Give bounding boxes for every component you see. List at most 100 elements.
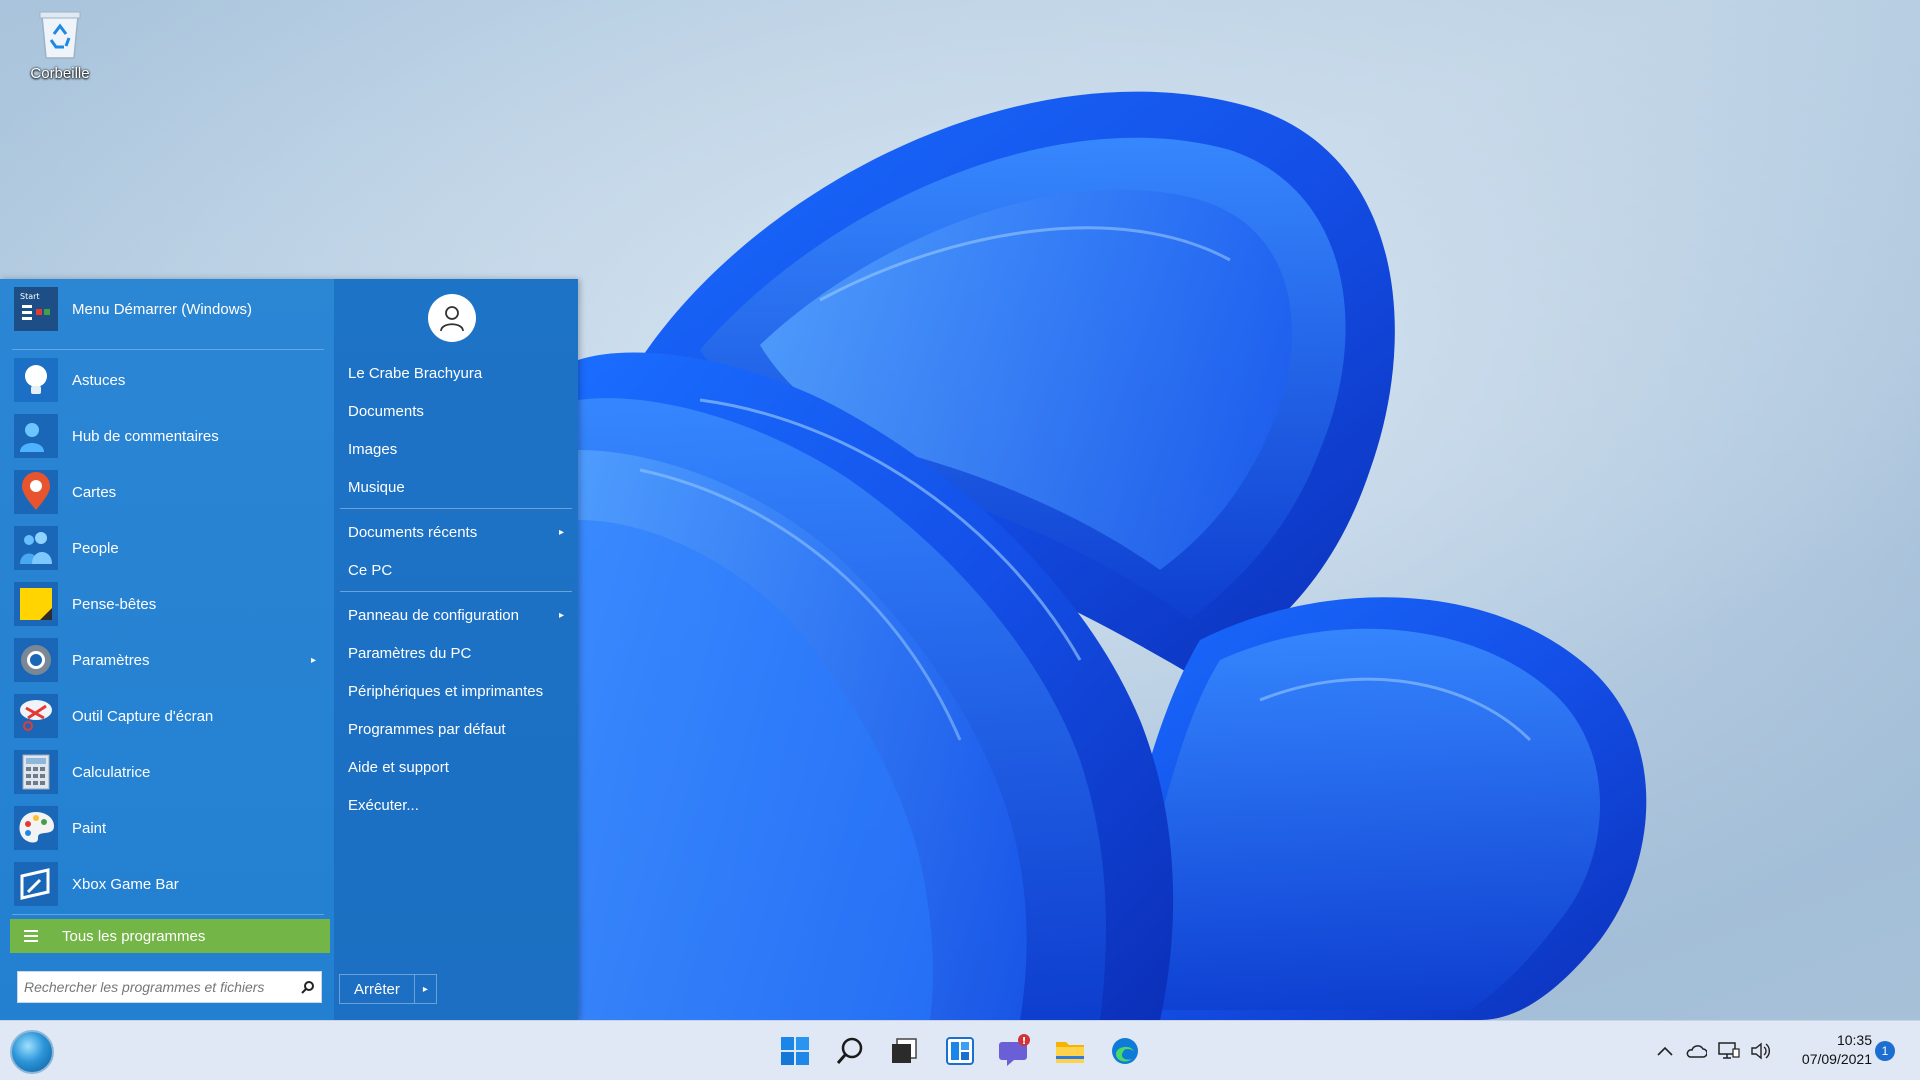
user-icon <box>440 306 464 332</box>
people-icon <box>12 524 60 572</box>
link-ce-pc[interactable]: Ce PC <box>344 553 570 587</box>
program-label: Paramètres <box>72 651 150 669</box>
taskbar: ! 10:35 07/09/2021 1 <box>0 1020 1920 1080</box>
scissors-icon <box>12 692 60 740</box>
svg-text:Start: Start <box>20 292 40 301</box>
link-executer[interactable]: Exécuter... <box>344 788 570 822</box>
program-label: Outil Capture d'écran <box>72 707 214 725</box>
program-outil-capture[interactable]: Outil Capture d'écran <box>12 690 324 742</box>
person-feedback-icon <box>12 412 60 460</box>
program-label: Cartes <box>72 483 117 501</box>
link-label: Le Crabe Brachyura <box>348 364 483 382</box>
file-explorer-icon[interactable] <box>1052 1033 1088 1069</box>
recycle-bin-desktop-icon[interactable]: Corbeille <box>18 8 102 92</box>
all-programs-button[interactable]: Tous les programmes <box>10 919 330 953</box>
program-label: Menu Démarrer (Windows) <box>72 300 253 318</box>
link-label: Documents <box>348 402 424 420</box>
gear-icon <box>12 636 60 684</box>
program-label: Paint <box>72 819 107 837</box>
program-label: People <box>72 539 119 557</box>
link-documents-recents[interactable]: Documents récents ▸ <box>344 515 570 549</box>
link-images[interactable]: Images <box>344 432 570 466</box>
start-menu-icon: Start <box>12 285 60 333</box>
recycle-bin-icon <box>36 8 84 62</box>
link-parametres-du-pc[interactable]: Paramètres du PC <box>344 636 570 670</box>
program-start-menu-windows[interactable]: Start Menu Démarrer (Windows) <box>12 283 324 335</box>
chat-badge: ! <box>1022 1036 1027 1047</box>
submenu-arrow-icon: ▸ <box>558 609 564 621</box>
program-people[interactable]: People <box>12 522 324 574</box>
map-pin-icon <box>12 468 60 516</box>
clock-time: 10:35 <box>1836 1032 1872 1048</box>
palette-icon <box>12 804 60 852</box>
divider <box>340 508 572 509</box>
program-xbox-game-bar[interactable]: Xbox Game Bar <box>12 858 324 910</box>
program-label: Xbox Game Bar <box>72 875 179 893</box>
program-astuces[interactable]: Astuces <box>12 354 324 406</box>
link-user-folder[interactable]: Le Crabe Brachyura <box>344 356 570 390</box>
edge-icon[interactable] <box>1107 1033 1143 1069</box>
program-calculatrice[interactable]: Calculatrice <box>12 746 324 798</box>
program-pense-betes[interactable]: Pense-bêtes <box>12 578 324 630</box>
search-icon[interactable] <box>295 974 321 1000</box>
program-cartes[interactable]: Cartes <box>12 466 324 518</box>
teams-chat-icon[interactable]: ! <box>997 1033 1033 1069</box>
program-label: Astuces <box>72 371 126 389</box>
clock[interactable]: 10:35 07/09/2021 <box>1782 1031 1872 1069</box>
calculator-icon <box>12 748 60 796</box>
program-parametres[interactable]: Paramètres ▸ <box>12 634 324 686</box>
volume-icon[interactable] <box>1749 1040 1771 1062</box>
program-label: Pense-bêtes <box>72 595 157 613</box>
program-paint[interactable]: Paint <box>12 802 324 854</box>
xbox-game-bar-icon <box>12 860 60 908</box>
divider <box>12 349 324 350</box>
link-label: Périphériques et imprimantes <box>348 682 544 700</box>
onedrive-cloud-icon[interactable] <box>1685 1040 1707 1062</box>
shutdown-options-arrow-icon[interactable]: ▸ <box>413 975 436 1003</box>
task-view-icon[interactable] <box>886 1033 922 1069</box>
start-menu: Start Menu Démarrer (Windows) Astuces Hu… <box>0 279 578 1020</box>
link-aide-et-support[interactable]: Aide et support <box>344 750 570 784</box>
link-documents[interactable]: Documents <box>344 394 570 428</box>
link-panneau-de-configuration[interactable]: Panneau de configuration ▸ <box>344 598 570 632</box>
start-search-box[interactable] <box>17 971 322 1003</box>
notification-center-badge[interactable]: 1 <box>1875 1041 1895 1061</box>
sticky-note-icon <box>12 580 60 628</box>
start-menu-programs-pane: Start Menu Démarrer (Windows) Astuces Hu… <box>0 279 334 1020</box>
all-programs-label: Tous les programmes <box>62 927 206 945</box>
program-label: Calculatrice <box>72 763 151 781</box>
link-peripheriques[interactable]: Périphériques et imprimantes <box>344 674 570 708</box>
divider <box>12 914 324 915</box>
divider <box>340 591 572 592</box>
link-label: Musique <box>348 478 405 496</box>
submenu-arrow-icon: ▸ <box>310 654 316 666</box>
link-label: Ce PC <box>348 561 393 579</box>
start-search-input[interactable] <box>18 973 295 1001</box>
shutdown-button[interactable]: Arrêter <box>340 975 414 1003</box>
link-musique[interactable]: Musique <box>344 470 570 504</box>
link-label: Images <box>348 440 398 458</box>
link-label: Aide et support <box>348 758 449 776</box>
list-icon <box>24 930 38 942</box>
network-icon[interactable] <box>1718 1040 1740 1062</box>
windows-start-icon[interactable] <box>777 1033 813 1069</box>
link-label: Documents récents <box>348 523 478 541</box>
submenu-arrow-icon: ▸ <box>558 526 564 538</box>
clock-date: 07/09/2021 <box>1801 1051 1872 1067</box>
link-label: Programmes par défaut <box>348 720 506 738</box>
link-programmes-par-defaut[interactable]: Programmes par défaut <box>344 712 570 746</box>
shutdown-control: Arrêter ▸ <box>339 974 437 1004</box>
start-menu-places-pane: Le Crabe Brachyura Documents Images Musi… <box>334 279 578 1020</box>
link-label: Panneau de configuration <box>348 606 519 624</box>
widgets-icon[interactable] <box>942 1033 978 1069</box>
link-label: Paramètres du PC <box>348 644 472 662</box>
user-avatar[interactable] <box>428 294 476 342</box>
link-label: Exécuter... <box>348 796 419 814</box>
search-icon[interactable] <box>832 1033 868 1069</box>
program-label: Hub de commentaires <box>72 427 219 445</box>
recycle-bin-label: Corbeille <box>30 65 90 82</box>
lightbulb-icon <box>12 356 60 404</box>
chevron-up-icon[interactable] <box>1654 1040 1676 1062</box>
program-hub-de-commentaires[interactable]: Hub de commentaires <box>12 410 324 462</box>
classic-start-orb-button[interactable] <box>10 1030 54 1074</box>
